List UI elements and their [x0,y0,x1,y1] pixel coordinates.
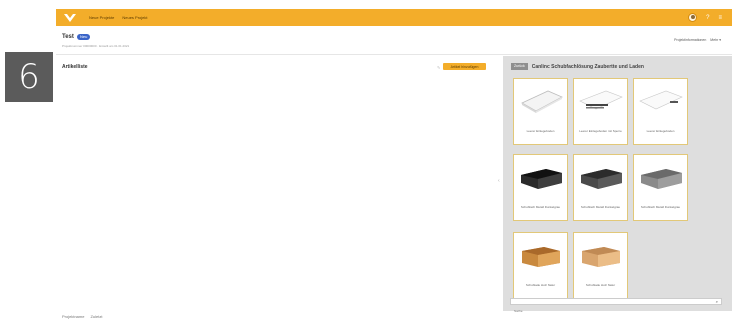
project-info-link[interactable]: Projektinformationen [674,38,706,42]
catalog-tile[interactable]: Schublade Holz Natur [513,232,568,299]
wood-box-icon [516,235,565,273]
tile-label: Leerer Einlegeboden mit Sperre [579,129,622,133]
search-input[interactable] [511,308,701,314]
back-button[interactable]: Zurück [511,63,528,70]
project-subtitle: Projektnummer 00000000 · Erstellt am 01.… [62,44,130,48]
catalog-tile[interactable]: Schublade Holz Natur [573,232,628,299]
board-white-icon [576,81,625,119]
project-status-badge: Neu [77,34,91,40]
menu-icon[interactable]: ≡ [718,15,722,21]
top-navigation-bar: Neue Projekte Neues Projekt ? ≡ [56,9,732,26]
project-title: Test [62,34,74,40]
tile-label: Schubfach Metall Dunkelgrau [520,205,561,209]
tile-label: Schubfach Metall Dunkelgrau [640,205,681,209]
catalog-header: Zurück Canlinc Schubfachlösung Zaubertte… [511,63,644,70]
collapse-panel-icon[interactable]: ‹ [498,178,500,184]
catalog-tile[interactable]: Schubfach Metall Dunkelgrau [633,154,688,221]
drawer-grey-icon [636,157,685,195]
footer-links: Projektname Zuletzt [62,314,102,319]
top-nav-links: Neue Projekte Neues Projekt [89,15,147,20]
board-white-icon [636,81,685,119]
tile-label: Schublade Holz Natur [525,283,556,287]
catalog-tile[interactable]: Leerer Einlegeboden mit Sperre [573,78,628,145]
panel-title: Artikelliste [62,64,88,70]
more-menu-link[interactable]: Mehr ▾ [710,38,721,42]
footer-link-recent[interactable]: Zuletzt [90,314,102,319]
article-list-panel: Artikelliste ✎ Artikel hinzufügen ‹ [56,56,500,311]
project-header: Test Neu Projektnummer 00000000 · Erstel… [56,27,732,55]
header-links: Projektinformationen Mehr ▾ [674,38,721,42]
search-icon[interactable]: ⌕ [716,299,718,304]
catalog-tile[interactable]: Schubfach Metall Dunkelgrau [573,154,628,221]
catalog-tile[interactable]: Leerer Einlegeboden [513,78,568,145]
help-icon[interactable]: ? [706,15,709,21]
add-article-button[interactable]: Artikel hinzufügen [443,63,486,70]
tile-label: Schubfach Metall Dunkelgrau [580,205,621,209]
tile-label: Leerer Einlegeboden [646,129,675,133]
catalog-panel: Zurück Canlinc Schubfachlösung Zaubertte… [503,56,732,311]
footer-link-project-name[interactable]: Projektname [62,314,84,319]
catalog-tile[interactable]: Leerer Einlegeboden [633,78,688,145]
catalog-search: ⌕ [510,298,722,314]
edit-icon[interactable]: ✎ [437,65,440,70]
nav-link-projects[interactable]: Neue Projekte [89,15,114,20]
topbar-actions: ? ≡ [688,13,722,22]
app-logo-icon[interactable] [63,13,77,23]
board-icon [516,81,565,119]
drawer-dark-icon [576,157,625,195]
catalog-tile[interactable]: Schubfach Metall Dunkelgrau [513,154,568,221]
tile-label: Schublade Holz Natur [585,283,616,287]
drawer-dark-icon [516,157,565,195]
catalog-title: Canlinc Schubfachlösung Zaubertte und La… [531,63,644,70]
wood-box-light-icon [576,235,625,273]
user-avatar[interactable] [688,13,698,22]
step-number-badge: 6 [5,52,53,102]
tile-label: Leerer Einlegeboden [526,129,555,133]
nav-link-new-project[interactable]: Neues Projekt [122,15,147,20]
